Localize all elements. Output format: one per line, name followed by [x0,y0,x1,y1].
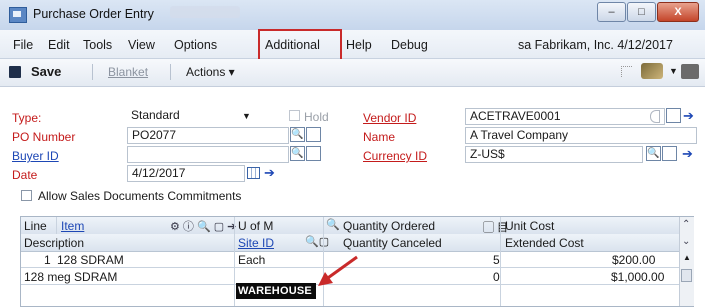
annotation-arrow [318,255,358,286]
